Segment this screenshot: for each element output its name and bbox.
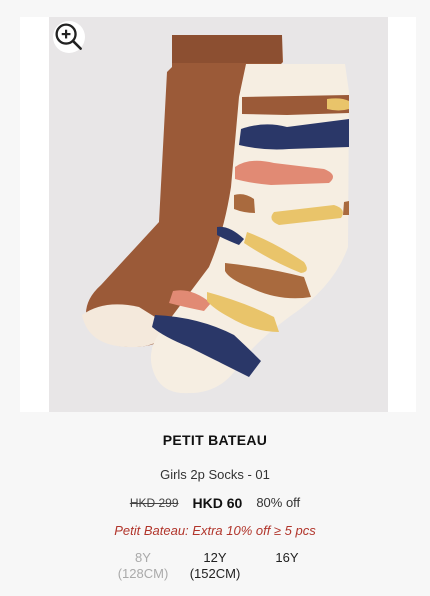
size-options: 8Y (128CM) 12Y (152CM) 16Y xyxy=(0,550,430,582)
product-brand[interactable]: PETIT BATEAU xyxy=(0,430,430,450)
size-option-8y[interactable]: 8Y (128CM) xyxy=(114,550,172,582)
current-price: HKD 60 xyxy=(192,495,243,511)
size-option-16y[interactable]: 16Y xyxy=(258,550,316,582)
promo-text[interactable]: Petit Bateau: Extra 10% off ≥ 5 pcs xyxy=(0,522,430,540)
size-age: 12Y xyxy=(203,550,227,565)
price-row: HKD 299 HKD 60 80% off xyxy=(0,493,430,513)
zoom-in-icon[interactable] xyxy=(53,21,85,53)
size-age: 16Y xyxy=(275,550,299,565)
discount-label: 80% off xyxy=(256,495,301,510)
product-name[interactable]: Girls 2p Socks - 01 xyxy=(0,466,430,484)
size-height: (128CM) xyxy=(117,566,169,581)
product-info: PETIT BATEAU Girls 2p Socks - 01 HKD 299… xyxy=(0,430,430,540)
size-height: (152CM) xyxy=(189,566,241,581)
size-age: 8Y xyxy=(135,550,151,565)
product-image-frame xyxy=(20,17,416,412)
original-price: HKD 299 xyxy=(129,496,179,510)
product-image[interactable] xyxy=(49,17,388,412)
size-option-12y[interactable]: 12Y (152CM) xyxy=(186,550,244,582)
